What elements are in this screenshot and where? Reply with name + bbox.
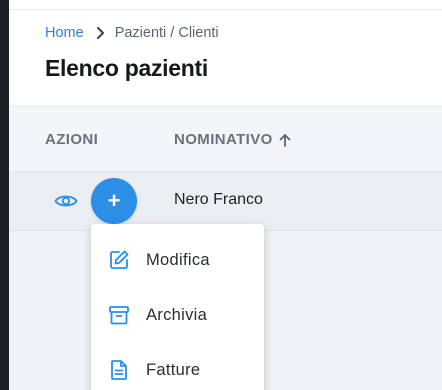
table-header: AZIONI NOMINATIVO <box>9 107 442 172</box>
top-bar <box>9 0 442 10</box>
breadcrumb: Home Pazienti / Clienti <box>45 25 219 41</box>
column-header-name[interactable]: NOMINATIVO <box>174 131 291 148</box>
table-row[interactable]: + Nero Franco <box>9 172 442 231</box>
menu-item-fatture[interactable]: Fatture <box>91 347 264 390</box>
sidebar-edge <box>0 0 9 390</box>
menu-item-modifica[interactable]: Modifica <box>91 237 264 283</box>
chevron-right-icon <box>96 27 105 39</box>
menu-item-archivia[interactable]: Archivia <box>91 292 264 338</box>
document-icon <box>108 359 130 381</box>
plus-icon: + <box>107 188 121 213</box>
column-header-actions: AZIONI <box>45 131 98 148</box>
column-header-name-label: NOMINATIVO <box>174 131 273 148</box>
archive-icon <box>108 304 130 326</box>
menu-item-label: Fatture <box>146 361 201 379</box>
sort-ascending-icon[interactable] <box>279 133 291 147</box>
add-action-button[interactable]: + <box>91 178 137 224</box>
edit-icon <box>108 249 130 271</box>
patient-name-cell: Nero Franco <box>174 191 263 208</box>
view-eye-icon[interactable] <box>54 189 78 213</box>
breadcrumb-current: Pazienti / Clienti <box>114 25 219 41</box>
column-header-actions-label: AZIONI <box>45 131 99 148</box>
menu-item-label: Archivia <box>146 306 208 324</box>
actions-dropdown-menu: Modifica Archivia Fatture <box>91 224 264 390</box>
main-content: Home Pazienti / Clienti Elenco pazienti … <box>9 0 442 390</box>
page-header: Home Pazienti / Clienti Elenco pazienti <box>9 0 442 105</box>
menu-item-label: Modifica <box>146 251 210 269</box>
page-title: Elenco pazienti <box>45 55 208 81</box>
breadcrumb-home-link[interactable]: Home <box>45 25 84 41</box>
